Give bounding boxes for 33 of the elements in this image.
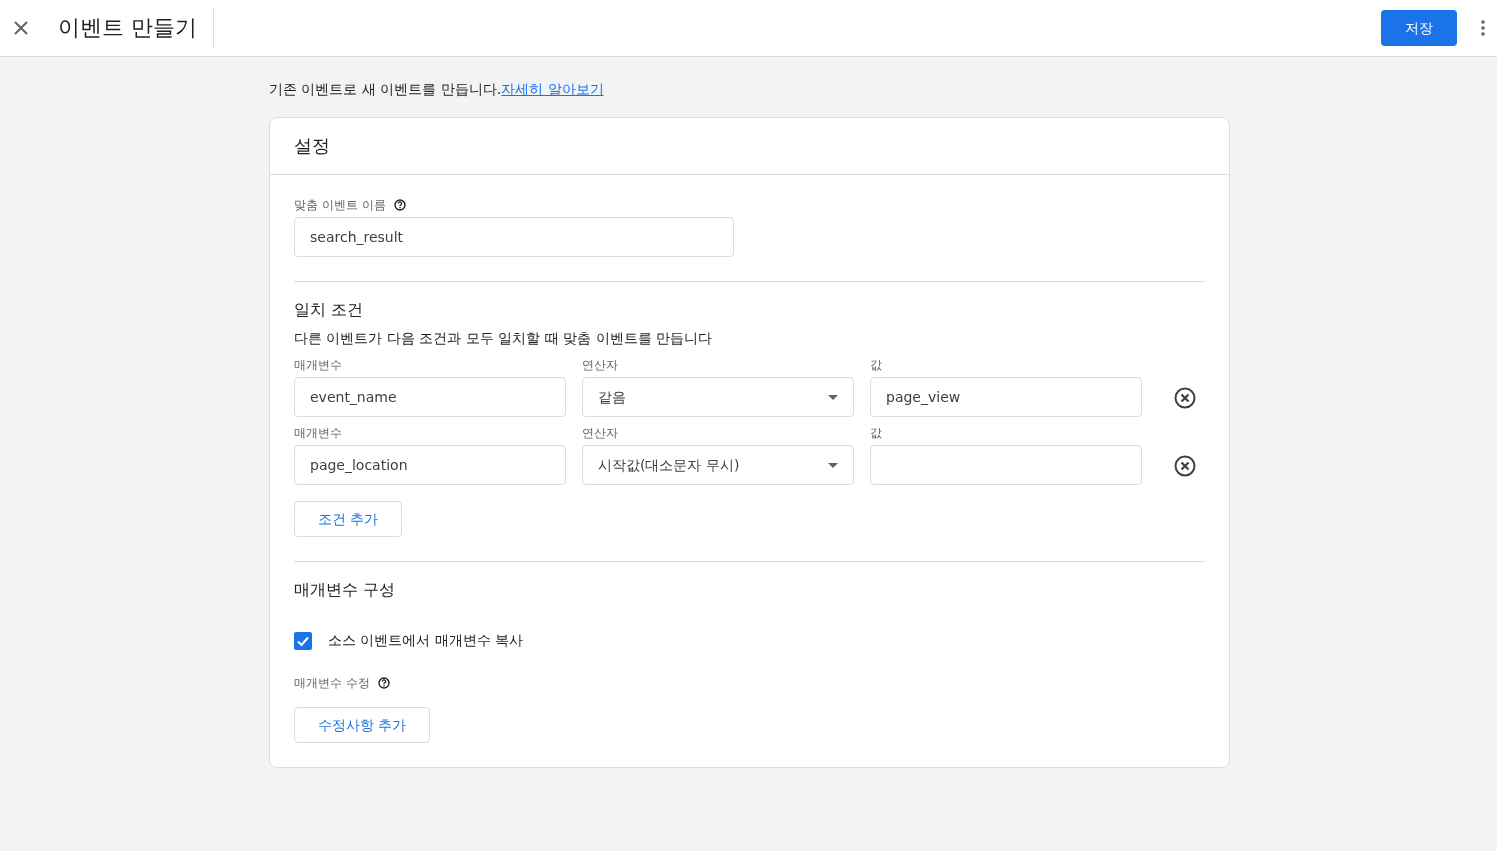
help-icon[interactable] [393, 199, 406, 211]
save-button[interactable]: 저장 [1381, 10, 1457, 46]
operator-dropdown[interactable]: 같음 [582, 377, 854, 417]
caret-icon [828, 394, 838, 400]
checkbox[interactable] [294, 631, 312, 650]
section-description: 다른 이벤트가 다음 조건과 모두 일치할 때 맞춤 이벤트를 만듭니다 [294, 329, 714, 348]
field-label: 연산자 [582, 357, 619, 373]
learn-more-link[interactable]: 자세히 알아보기 [501, 81, 604, 97]
field-label: 매개변수 [294, 425, 343, 441]
custom-name-field[interactable]: search_result [294, 217, 734, 257]
intro-text: 기존 이벤트로 새 이벤트를 만듭니다.자세히 알아보기 [269, 80, 605, 99]
parameter-field[interactable]: page_location [294, 445, 566, 485]
field-label: 연산자 [582, 425, 619, 441]
section-title: 일치 조건 [294, 299, 365, 321]
value-field[interactable]: page_view [870, 377, 1142, 417]
field-label: 매개변수 [294, 357, 343, 373]
add-condition-button[interactable]: 조건 추가 [294, 501, 403, 537]
field-label: 값 [870, 357, 883, 373]
add-modification-button[interactable]: 수정사항 추가 [294, 707, 431, 743]
field-label: 값 [870, 425, 883, 441]
caret-icon [828, 462, 838, 468]
remove-icon[interactable] [1174, 387, 1196, 409]
card-title: 설정 [270, 118, 1229, 175]
field-label: 매개변수 수정 [294, 675, 370, 691]
help-icon[interactable] [377, 677, 390, 689]
section-title: 매개변수 구성 [294, 579, 397, 601]
field-label: 맞춤 이벤트 이름 [294, 197, 386, 213]
parameter-field[interactable]: event_name [294, 377, 566, 417]
remove-icon[interactable] [1174, 455, 1196, 477]
value-field[interactable] [870, 445, 1142, 485]
operator-dropdown[interactable]: 시작값(대소문자 무시) [582, 445, 854, 485]
checkbox-label: 소스 이벤트에서 매개변수 복사 [328, 631, 524, 650]
page-title: 이벤트 만들기 [58, 8, 214, 48]
